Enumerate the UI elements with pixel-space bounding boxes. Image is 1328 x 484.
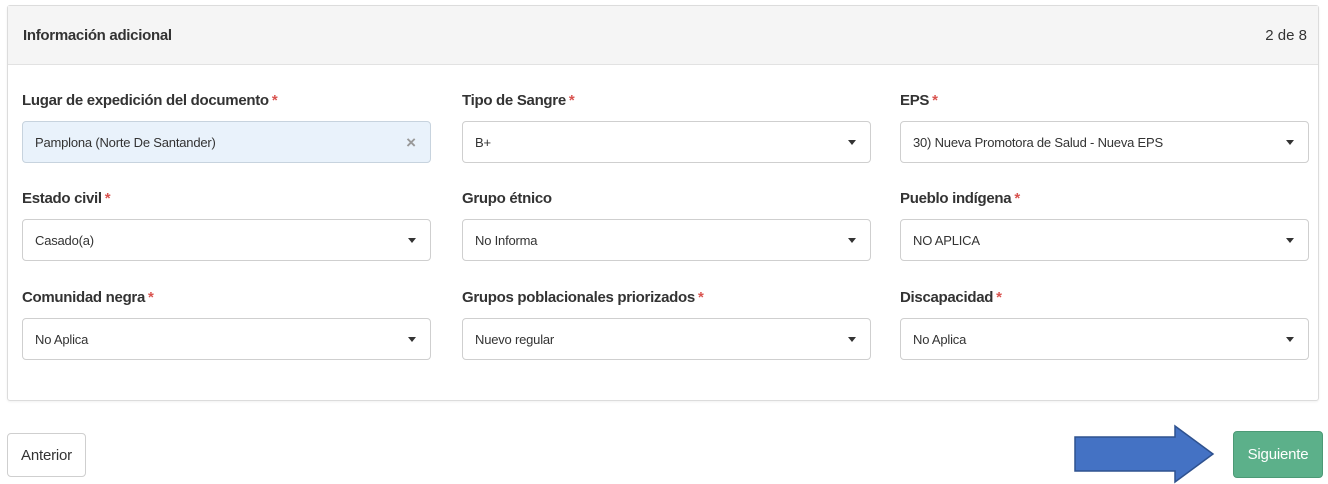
caret-down-icon [1286, 139, 1294, 145]
caret-down-icon [848, 336, 856, 342]
eps-select[interactable]: 30) Nueva Promotora de Salud - Nueva EPS [900, 121, 1309, 163]
selected-value: 30) Nueva Promotora de Salud - Nueva EPS [913, 134, 1163, 150]
required-mark: * [148, 289, 154, 306]
label-text: Estado civil [22, 190, 102, 207]
right-arrow-icon [1074, 424, 1215, 484]
selected-value: Nuevo regular [475, 331, 555, 347]
caret-down-icon [408, 237, 416, 243]
label-text: Comunidad negra [22, 289, 146, 306]
caret-down-icon [848, 237, 856, 243]
selected-value: Pamplona (Norte De Santander) [35, 134, 216, 150]
field-label: Grupo étnico [462, 189, 871, 209]
label-text: Discapacidad [900, 289, 994, 306]
caret-down-icon [1286, 336, 1294, 342]
field-label: Pueblo indígena * [900, 189, 1309, 209]
field-comunidad-negra: Comunidad negra * No Aplica [22, 288, 431, 360]
field-label: Comunidad negra * [22, 288, 431, 308]
required-mark: * [697, 289, 704, 306]
selected-value: Casado(a) [35, 232, 94, 248]
label-text: Lugar de expedición del documento [22, 92, 269, 109]
selected-value: B+ [475, 134, 491, 150]
field-pueblo-indigena: Pueblo indígena * NO APLICA [900, 189, 1309, 261]
estado-civil-select[interactable]: Casado(a) [22, 219, 431, 261]
comunidad-negra-select[interactable]: No Aplica [22, 318, 431, 360]
tipo-sangre-select[interactable]: B+ [462, 121, 871, 163]
field-tipo-sangre: Tipo de Sangre * B+ [462, 91, 871, 163]
grupo-etnico-select[interactable]: No Informa [462, 219, 871, 261]
required-mark: * [568, 92, 575, 109]
required-mark: * [932, 92, 938, 109]
label-text: Tipo de Sangre [462, 92, 566, 109]
field-grupos-poblacionales: Grupos poblacionales priorizados * Nuevo … [462, 288, 871, 360]
field-label: Lugar de expedición del documento * [22, 91, 431, 111]
field-discapacidad: Discapacidad * No Aplica [900, 288, 1309, 360]
selected-value: No Aplica [913, 331, 967, 347]
field-label: Grupos poblacionales priorizados * [462, 288, 871, 308]
field-estado-civil: Estado civil * Casado(a) [22, 189, 431, 261]
field-label: Tipo de Sangre * [462, 91, 871, 111]
field-label: Discapacidad * [900, 288, 1309, 308]
previous-button[interactable]: Anterior [7, 433, 86, 477]
lugar-expedicion-select[interactable]: Pamplona (Norte De Santander) × [22, 121, 431, 163]
field-label: EPS * [900, 91, 1309, 111]
label-text: Grupos poblacionales priorizados [462, 289, 695, 306]
field-label: Estado civil * [22, 189, 431, 209]
field-eps: EPS * 30) Nueva Promotora de Salud - Nuev… [900, 91, 1309, 163]
selected-value: No Aplica [35, 331, 89, 347]
field-lugar-expedicion: Lugar de expedición del documento * Pampl… [22, 91, 431, 163]
panel-header: Información adicional 2 de 8 [8, 6, 1318, 65]
selected-value: No Informa [475, 232, 538, 248]
caret-down-icon [1286, 237, 1294, 243]
label-text: EPS [900, 92, 930, 109]
field-grupo-etnico: Grupo étnico No Informa [462, 189, 871, 261]
selected-value: NO APLICA [913, 232, 980, 248]
required-mark: * [1014, 190, 1020, 207]
step-indicator: 2 de 8 [1265, 26, 1307, 44]
grupos-poblacionales-select[interactable]: Nuevo regular [462, 318, 871, 360]
required-mark: * [271, 92, 278, 109]
required-mark: * [104, 190, 111, 207]
label-text: Grupo étnico [462, 190, 552, 207]
label-text: Pueblo indígena [900, 190, 1012, 207]
clear-icon[interactable]: × [406, 134, 416, 151]
discapacidad-select[interactable]: No Aplica [900, 318, 1309, 360]
next-button[interactable]: Siguiente [1233, 431, 1323, 478]
pueblo-indigena-select[interactable]: NO APLICA [900, 219, 1309, 261]
panel-title: Información adicional [23, 26, 172, 44]
caret-down-icon [408, 336, 416, 342]
caret-down-icon [848, 139, 856, 145]
required-mark: * [996, 289, 1002, 306]
additional-info-panel: Información adicional 2 de 8 Lugar de ex… [7, 5, 1319, 401]
